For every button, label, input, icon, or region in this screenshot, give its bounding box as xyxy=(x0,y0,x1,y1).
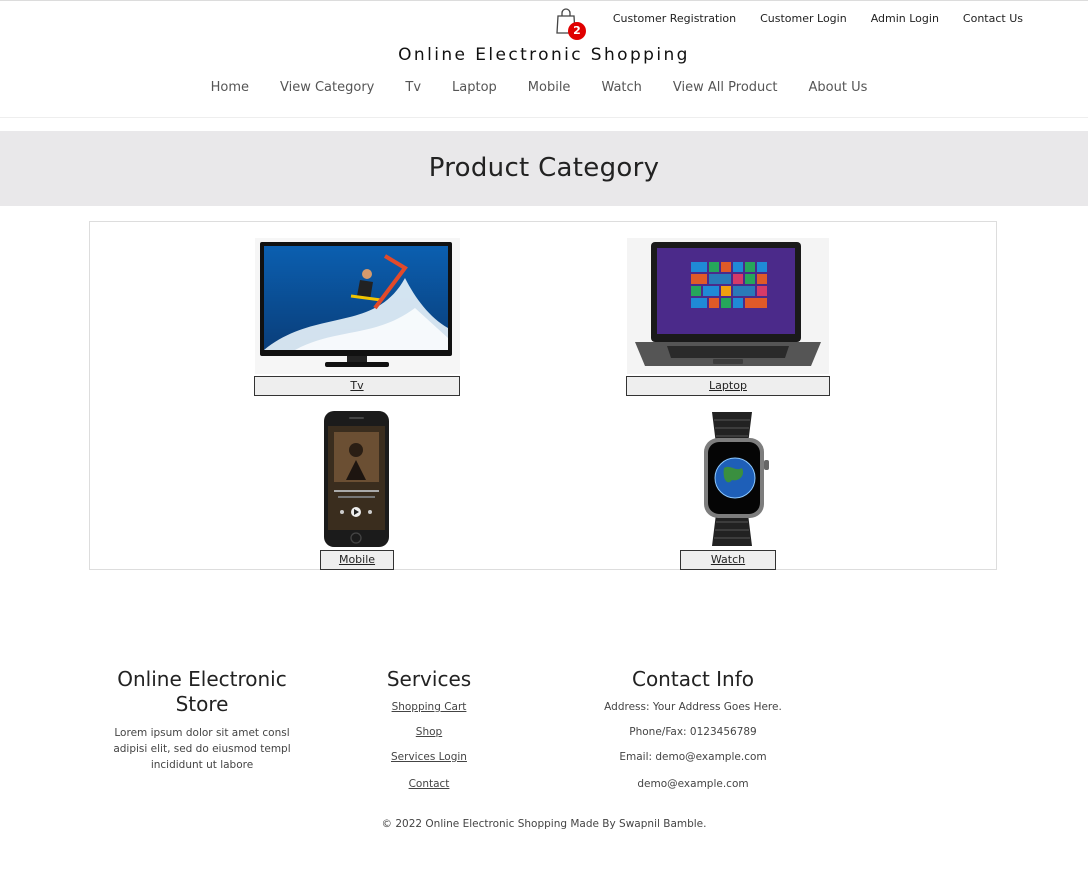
top-links: Customer Registration Customer Login Adm… xyxy=(613,12,1023,26)
footer-services-column: Services Shopping Cart Shop Services Log… xyxy=(349,667,509,797)
nav-view-category[interactable]: View Category xyxy=(280,79,374,96)
footer-services-login-link[interactable]: Services Login xyxy=(349,751,509,763)
customer-login-link[interactable]: Customer Login xyxy=(760,12,847,26)
footer-phone: Phone/Fax: 0123456789 xyxy=(629,726,757,738)
nav-watch[interactable]: Watch xyxy=(601,79,641,96)
copyright: © 2022 Online Electronic Shopping Made B… xyxy=(381,818,707,830)
footer-store-text: Lorem ipsum dolor sit amet consl adipisi… xyxy=(113,727,291,771)
nav-about-us[interactable]: About Us xyxy=(809,79,868,96)
page-title: Product Category xyxy=(428,153,660,183)
footer-email-alt[interactable]: demo@example.com xyxy=(583,778,803,790)
cart-button[interactable]: 2 xyxy=(553,6,587,40)
site-brand[interactable]: Online Electronic Shopping xyxy=(0,45,1088,65)
nav-mobile[interactable]: Mobile xyxy=(528,79,571,96)
category-tv-button[interactable]: Tv xyxy=(254,376,460,396)
nav-laptop[interactable]: Laptop xyxy=(452,79,497,96)
footer-store-title: Online Electronic Store xyxy=(117,667,287,716)
laptop-image[interactable] xyxy=(627,238,829,374)
footer-contact-title: Contact Info xyxy=(631,667,755,691)
footer-contact-link[interactable]: Contact xyxy=(349,778,509,790)
nav-home[interactable]: Home xyxy=(211,79,249,96)
tv-image[interactable] xyxy=(255,238,460,374)
header-divider xyxy=(0,117,1088,118)
footer-shopping-cart-link[interactable]: Shopping Cart xyxy=(349,701,509,713)
nav-tv[interactable]: Tv xyxy=(405,79,421,96)
admin-login-link[interactable]: Admin Login xyxy=(871,12,939,26)
main-nav: Home View Category Tv Laptop Mobile Watc… xyxy=(0,79,1078,96)
category-watch-button[interactable]: Watch xyxy=(680,550,776,570)
customer-registration-link[interactable]: Customer Registration xyxy=(613,12,736,26)
watch-image[interactable] xyxy=(686,410,778,548)
footer-contact-column: Contact Info Address: Your Address Goes … xyxy=(583,667,803,797)
category-mobile-button[interactable]: Mobile xyxy=(320,550,394,570)
cart-count-badge: 2 xyxy=(568,22,586,40)
top-border xyxy=(0,0,1088,1)
page-banner: Product Category xyxy=(0,131,1088,206)
contact-us-link[interactable]: Contact Us xyxy=(963,12,1023,26)
footer-services-title: Services xyxy=(386,667,472,691)
footer-shop-link[interactable]: Shop xyxy=(349,726,509,738)
mobile-image[interactable] xyxy=(322,410,391,548)
footer-store-column: Online Electronic Store Lorem ipsum dolo… xyxy=(107,667,297,773)
category-laptop-button[interactable]: Laptop xyxy=(626,376,830,396)
footer: Online Electronic Store Lorem ipsum dolo… xyxy=(0,630,1088,889)
footer-address: Address: Your Address Goes Here. xyxy=(604,701,782,713)
nav-view-all-product[interactable]: View All Product xyxy=(673,79,778,96)
footer-email[interactable]: Email: demo@example.com xyxy=(583,751,803,763)
category-grid: Tv Laptop Mobile Watch xyxy=(89,221,997,570)
